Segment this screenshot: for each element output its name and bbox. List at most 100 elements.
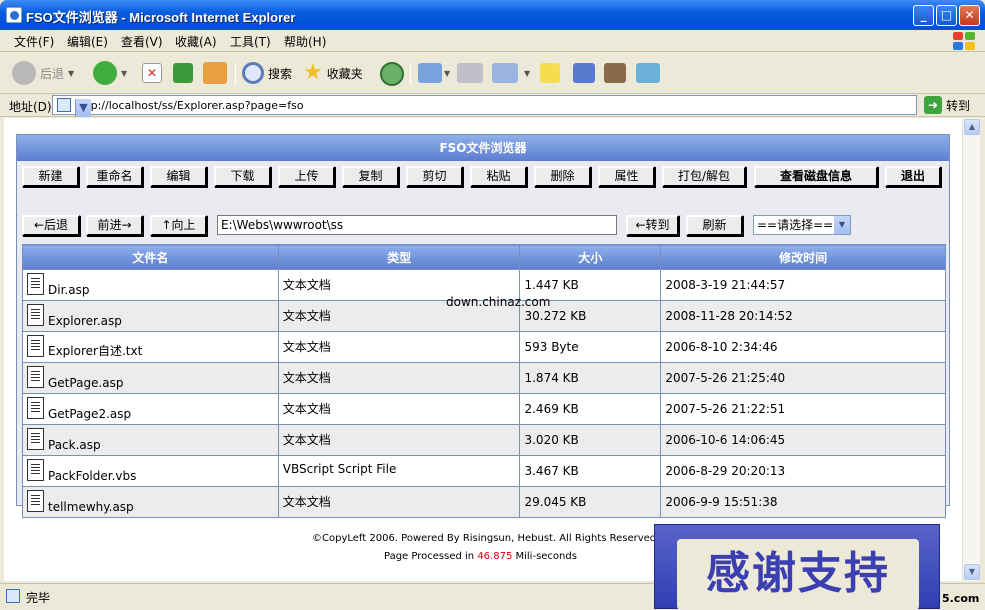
delete-button[interactable]: 删除	[534, 166, 591, 187]
minimize-button[interactable]: _	[913, 5, 934, 26]
exit-button[interactable]: 退出	[885, 166, 941, 187]
upload-button[interactable]: 上传	[278, 166, 335, 187]
new-button[interactable]: 新建	[22, 166, 79, 187]
go-arrow-icon: ➜	[924, 96, 942, 114]
menu-view[interactable]: 查看(V)	[121, 33, 163, 50]
file-size: 29.045 KB	[519, 486, 662, 518]
file-name[interactable]: GetPage.asp	[48, 376, 123, 390]
home-icon[interactable]	[203, 62, 227, 84]
drive-select[interactable]: ==请选择== ▼	[753, 215, 851, 235]
address-input[interactable]: http://localhost/ss/Explorer.asp?page=fs…	[52, 95, 917, 117]
search-button[interactable]: 搜索	[242, 61, 292, 85]
stop-icon[interactable]: ✕	[142, 63, 162, 83]
search-icon	[242, 62, 264, 84]
back-nav-button[interactable]: ←后退	[22, 215, 80, 236]
star-icon: ★	[303, 60, 323, 85]
favorites-button[interactable]: ★ 收藏夹	[303, 61, 363, 85]
file-name[interactable]: Explorer.asp	[48, 314, 122, 328]
goto-button[interactable]: ←转到	[626, 215, 679, 236]
cut-button[interactable]: 剪切	[406, 166, 463, 187]
refresh-button[interactable]: 刷新	[686, 215, 743, 236]
file-name[interactable]: Explorer自述.txt	[48, 342, 142, 359]
download-button[interactable]: 下载	[214, 166, 271, 187]
file-name[interactable]: PackFolder.vbs	[48, 469, 136, 483]
title-bar: FSO文件浏览器 - Microsoft Internet Explorer _…	[0, 0, 985, 30]
table-row[interactable]: Explorer自述.txt 文本文档 593 Byte 2006-8-10 2…	[22, 331, 946, 363]
forward-dropdown-icon[interactable]: ▼	[121, 69, 127, 78]
file-type: 文本文档	[277, 362, 521, 394]
back-label: 后退	[40, 66, 65, 81]
disk-info-button[interactable]: 查看磁盘信息	[754, 166, 878, 187]
status-text: 完毕	[26, 591, 51, 605]
document-icon	[27, 397, 44, 419]
mail-dropdown-icon[interactable]: ▼	[444, 69, 450, 78]
up-button[interactable]: ↑向上	[150, 215, 207, 236]
table-row[interactable]: PackFolder.vbs VBScript Script File 3.46…	[22, 455, 946, 487]
corner-watermark: 5.com	[942, 592, 980, 605]
table-row[interactable]: GetPage2.asp 文本文档 2.469 KB 2007-5-26 21:…	[22, 393, 946, 425]
refresh-icon[interactable]	[173, 63, 193, 83]
back-dropdown-icon[interactable]: ▼	[68, 69, 74, 78]
file-name[interactable]: Pack.asp	[48, 438, 101, 452]
go-button[interactable]: ➜ 转到	[924, 96, 970, 114]
processing-time: Page Processed in 46.875 Mili-seconds	[384, 551, 577, 562]
address-dropdown-icon[interactable]: ▼	[75, 99, 91, 117]
menu-file[interactable]: 文件(F)	[14, 33, 54, 50]
address-label: 地址(D)	[9, 100, 52, 114]
print-icon[interactable]	[457, 63, 483, 83]
rename-button[interactable]: 重命名	[86, 166, 143, 187]
paste-button[interactable]: 粘贴	[470, 166, 527, 187]
search-label: 搜索	[268, 66, 293, 81]
vertical-scrollbar[interactable]: ▲ ▼	[962, 118, 980, 581]
table-row[interactable]: GetPage.asp 文本文档 1.874 KB 2007-5-26 21:2…	[22, 362, 946, 394]
file-date: 2006-9-9 15:51:38	[660, 486, 946, 518]
discuss-icon[interactable]	[540, 63, 560, 83]
edit-dropdown-icon[interactable]: ▼	[524, 69, 530, 78]
history-icon[interactable]	[380, 62, 404, 86]
quill-icon[interactable]	[573, 63, 595, 83]
favorites-label: 收藏夹	[326, 66, 363, 81]
address-url[interactable]: http://localhost/ss/Explorer.asp?page=fs…	[75, 99, 304, 112]
scroll-down-icon[interactable]: ▼	[964, 564, 980, 580]
document-icon	[27, 366, 44, 388]
processing-value: 46.875	[477, 551, 513, 562]
forward-button[interactable]: ▼	[93, 61, 127, 85]
menu-edit[interactable]: 编辑(E)	[67, 33, 108, 50]
document-icon	[27, 335, 44, 357]
header-size[interactable]: 大小	[519, 244, 662, 270]
file-name[interactable]: tellmewhy.asp	[48, 500, 134, 514]
go-label: 转到	[946, 98, 971, 113]
header-modified[interactable]: 修改时间	[660, 244, 946, 270]
mail-icon[interactable]	[418, 63, 442, 83]
back-button[interactable]: 后退 ▼	[12, 61, 74, 85]
menu-help[interactable]: 帮助(H)	[284, 33, 326, 50]
ie-page-icon	[6, 7, 22, 23]
menu-favorites[interactable]: 收藏(A)	[175, 33, 217, 50]
messenger-icon[interactable]	[636, 63, 660, 83]
forward-nav-button[interactable]: 前进→	[86, 215, 143, 236]
table-row[interactable]: Pack.asp 文本文档 3.020 KB 2006-10-6 14:06:4…	[22, 424, 946, 456]
file-size: 2.469 KB	[519, 393, 662, 425]
file-date: 2007-5-26 21:22:51	[660, 393, 946, 425]
header-filename[interactable]: 文件名	[22, 244, 279, 270]
edit-icon[interactable]	[492, 63, 518, 83]
scroll-up-icon[interactable]: ▲	[964, 119, 980, 135]
copy-button[interactable]: 复制	[342, 166, 399, 187]
file-size: 3.467 KB	[519, 455, 662, 487]
header-type[interactable]: 类型	[277, 244, 521, 270]
file-name[interactable]: GetPage2.asp	[48, 407, 131, 421]
file-table: 文件名 类型 大小 修改时间 Dir.asp 文本文档 1.447 KB 200…	[22, 244, 946, 518]
file-name[interactable]: Dir.asp	[48, 283, 89, 297]
path-input[interactable]: E:\Webs\wwwroot\ss	[217, 215, 617, 235]
chevron-down-icon[interactable]: ▼	[834, 216, 850, 234]
close-button[interactable]: ✕	[959, 5, 980, 26]
pack-unpack-button[interactable]: 打包/解包	[662, 166, 746, 187]
menu-tools[interactable]: 工具(T)	[230, 33, 271, 50]
maximize-button[interactable]: □	[936, 5, 957, 26]
research-icon[interactable]	[604, 63, 626, 83]
address-bar: 地址(D) http://localhost/ss/Explorer.asp?p…	[0, 94, 985, 117]
table-row[interactable]: tellmewhy.asp 文本文档 29.045 KB 2006-9-9 15…	[22, 486, 946, 518]
properties-button[interactable]: 属性	[598, 166, 655, 187]
edit-button[interactable]: 编辑	[150, 166, 207, 187]
document-icon	[27, 459, 44, 481]
